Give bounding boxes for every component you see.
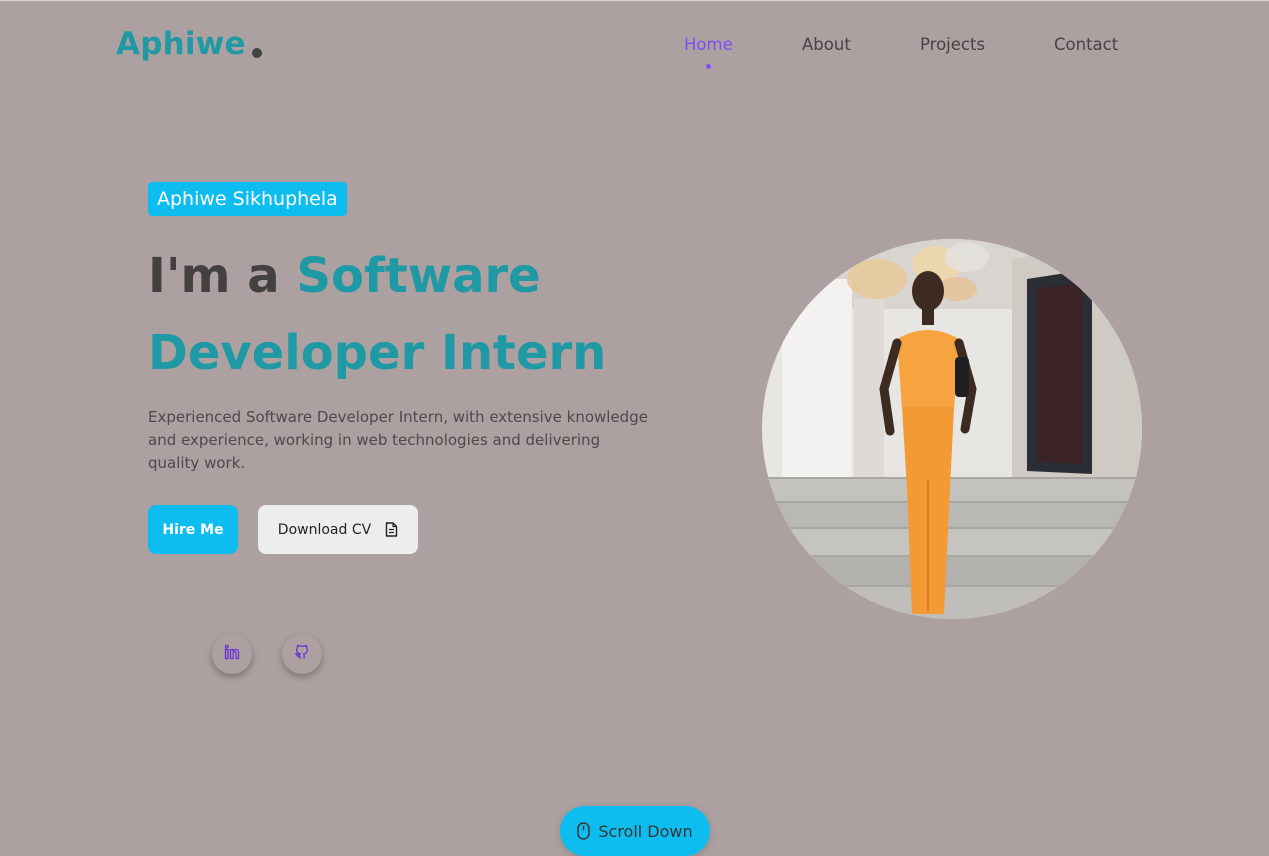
profile-photo [762, 239, 1142, 619]
logo-dot [251, 48, 262, 58]
linkedin-link[interactable] [212, 634, 252, 674]
nav-contact[interactable]: Contact [1054, 35, 1118, 54]
linkedin-icon [224, 644, 240, 664]
nav-projects[interactable]: Projects [920, 35, 985, 54]
github-link[interactable] [282, 634, 322, 674]
nav-home-label: Home [684, 35, 733, 54]
nav-about[interactable]: About [802, 35, 851, 54]
nav-projects-label: Projects [920, 35, 986, 54]
nav-home[interactable]: Home [684, 35, 733, 69]
download-cv-label: Download CV [277, 521, 372, 538]
headline-prefix: I'm a [148, 248, 297, 304]
hero-description: Experienced Software Developer Intern, w… [148, 408, 648, 472]
scroll-down-label: Scroll Down [598, 821, 693, 841]
nav-about-label: About [802, 35, 851, 54]
portfolio-page: Aphiwe Home About Projects Contact Aphiw… [0, 0, 1269, 856]
hire-me-label: Hire Me [162, 521, 224, 538]
scroll-down-button[interactable]: Scroll Down [560, 806, 710, 856]
download-cv-button[interactable]: Download CV [258, 505, 418, 554]
document-icon [385, 522, 398, 537]
nav-active-indicator [705, 64, 711, 69]
nav-contact-label: Contact [1054, 35, 1119, 54]
logo-text: Aphiwe [116, 26, 246, 62]
hero-headline: I'm a Software Developer Intern [148, 238, 708, 392]
headline-highlight-2: Developer Intern [148, 325, 607, 381]
mouse-icon [577, 822, 591, 840]
logo[interactable]: Aphiwe [116, 26, 262, 62]
name-badge: Aphiwe Sikhuphela [148, 182, 347, 216]
top-border [0, 0, 1269, 1]
headline-highlight-1: Software [296, 248, 541, 304]
hire-me-button[interactable]: Hire Me [148, 505, 238, 554]
profile-photo-illustration [762, 239, 1142, 619]
github-icon [294, 644, 310, 664]
